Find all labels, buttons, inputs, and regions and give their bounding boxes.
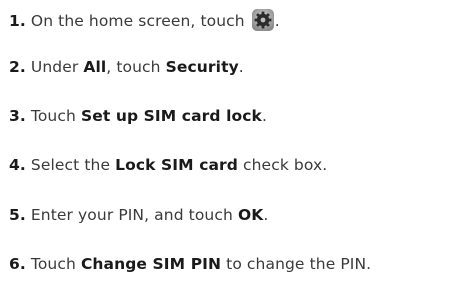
step-1: 1. On the home screen, touch . — [9, 8, 280, 32]
step-2: 2. Under All, touch Security. — [9, 57, 244, 77]
settings-gear-icon — [251, 9, 274, 31]
step-text: . — [261, 107, 267, 125]
step-text: , touch — [106, 58, 161, 76]
ui-term-security: Security — [165, 58, 239, 76]
step-number: 3. — [9, 107, 26, 125]
step-number: 2. — [9, 58, 26, 76]
step-text: Touch — [30, 107, 76, 125]
step-text: . — [263, 206, 269, 224]
ui-term-set-up-sim-card-lock: Set up SIM card lock — [80, 107, 262, 125]
step-text: Select the — [30, 156, 111, 174]
ui-term-lock-sim-card: Lock SIM card — [115, 156, 238, 174]
step-text: On the home screen, touch — [30, 12, 245, 30]
ui-term-all: All — [83, 58, 107, 76]
step-text: Under — [30, 58, 79, 76]
step-6: 6. Touch Change SIM PIN to change the PI… — [9, 254, 371, 274]
step-text: to change the PIN. — [226, 255, 372, 273]
step-number: 6. — [9, 255, 26, 273]
ui-term-ok: OK — [237, 206, 264, 224]
step-number: 4. — [9, 156, 26, 174]
step-4: 4. Select the Lock SIM card check box. — [9, 155, 327, 175]
ui-term-change-sim-pin: Change SIM PIN — [80, 255, 222, 273]
step-text: Enter your PIN, and touch — [30, 206, 233, 224]
step-number: 1. — [9, 12, 26, 30]
step-text: . — [238, 58, 244, 76]
step-text: Touch — [30, 255, 76, 273]
step-number: 5. — [9, 206, 26, 224]
step-5: 5. Enter your PIN, and touch OK. — [9, 205, 268, 225]
step-text: check box. — [243, 156, 328, 174]
step-3: 3. Touch Set up SIM card lock. — [9, 106, 267, 126]
step-text: . — [274, 12, 280, 30]
